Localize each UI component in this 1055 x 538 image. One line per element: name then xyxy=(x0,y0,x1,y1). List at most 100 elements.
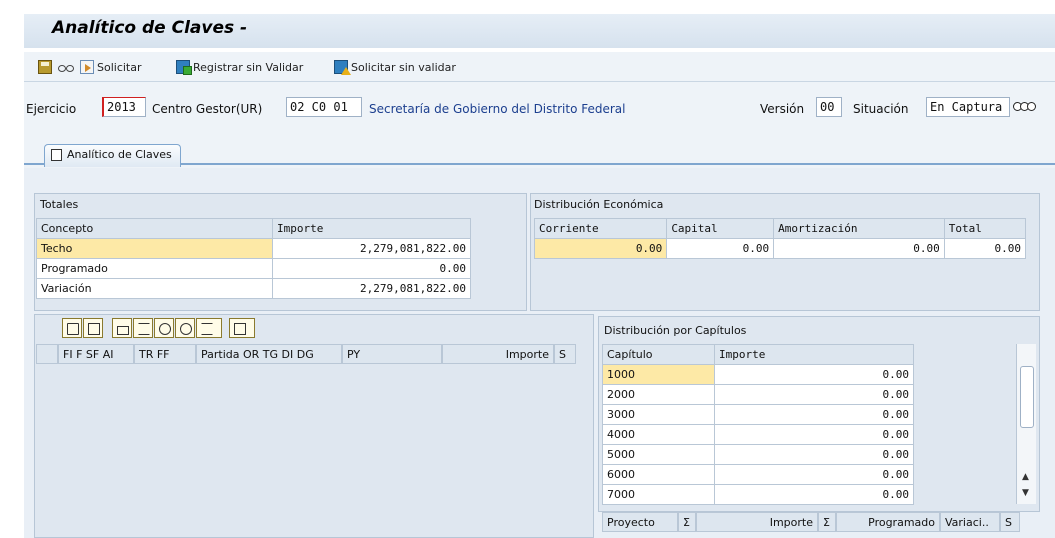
capitulo-importe-cell[interactable]: 0.00 xyxy=(714,384,914,405)
capitulo-importe-cell[interactable]: 0.00 xyxy=(714,444,914,465)
warning-icon xyxy=(334,60,351,75)
distribucion-economica-table: Corriente Capital Amortización Total 0.0… xyxy=(533,218,1027,259)
table-row[interactable]: 3000 0.00 xyxy=(602,404,914,425)
col-variacion[interactable]: Variaci.. xyxy=(940,512,1000,532)
scroll-down-icon[interactable]: ▼ xyxy=(1022,488,1029,498)
col-sum-1[interactable]: Σ xyxy=(678,512,696,532)
export-button[interactable] xyxy=(229,318,255,338)
centro-gestor-description: Secretaría de Gobierno del Distrito Fede… xyxy=(369,102,626,116)
solicitar-label: Solicitar xyxy=(97,60,142,74)
col-programado[interactable]: Programado xyxy=(836,512,940,532)
col-proyecto-importe[interactable]: Importe xyxy=(696,512,818,532)
save-icon xyxy=(38,60,52,74)
amortizacion-cell[interactable]: 0.00 xyxy=(773,238,945,259)
concepto-cell[interactable]: Programado xyxy=(36,258,273,279)
registrar-sin-validar-button[interactable]: Registrar sin Validar xyxy=(176,58,303,76)
table-row[interactable]: 6000 0.00 xyxy=(602,464,914,485)
concepto-cell[interactable]: Variación xyxy=(36,278,273,299)
total-cell[interactable]: 0.00 xyxy=(943,238,1027,259)
table-row[interactable]: Techo 2,279,081,822.00 xyxy=(36,238,471,259)
capitulo-importe-header: Importe xyxy=(714,344,914,365)
table-row[interactable]: 2000 0.00 xyxy=(602,384,914,405)
header-corriente: Corriente xyxy=(533,218,668,239)
filter-button[interactable] xyxy=(133,318,153,338)
solicitar-sin-validar-button[interactable]: Solicitar sin validar xyxy=(334,58,456,76)
capitulo-importe-cell[interactable]: 0.00 xyxy=(714,424,914,445)
totales-header-concepto: Concepto xyxy=(36,218,273,239)
capitulo-importe-cell[interactable]: 0.00 xyxy=(714,484,914,505)
scrollbar-thumb[interactable] xyxy=(1020,366,1034,428)
registrar-label: Registrar sin Validar xyxy=(193,60,304,74)
capitulo-importe-cell[interactable]: 0.00 xyxy=(714,464,914,485)
send-icon xyxy=(80,60,94,74)
table-row[interactable]: 5000 0.00 xyxy=(602,444,914,465)
situacion-label: Situación xyxy=(853,102,909,116)
capitulo-cell[interactable]: 1000 xyxy=(602,364,715,385)
details-button[interactable] xyxy=(62,318,82,338)
table-row[interactable]: Programado 0.00 xyxy=(36,258,471,279)
table-row[interactable]: 1000 0.00 xyxy=(602,364,914,385)
capitulo-importe-cell[interactable]: 0.00 xyxy=(714,404,914,425)
col-s[interactable]: S xyxy=(554,344,576,364)
table-row[interactable]: 0.00 0.00 0.00 0.00 xyxy=(533,238,1027,259)
col-tr-ff[interactable]: TR FF xyxy=(134,344,196,364)
situacion-field: En Captura xyxy=(926,97,1010,117)
save-button[interactable] xyxy=(38,58,52,76)
filter-dropdown-button[interactable] xyxy=(196,318,222,338)
select-all-icon[interactable] xyxy=(36,344,58,364)
display-change-icon xyxy=(58,60,74,74)
table-row[interactable]: Variación 2,279,081,822.00 xyxy=(36,278,471,299)
table-row[interactable]: 4000 0.00 xyxy=(602,424,914,445)
col-importe[interactable]: Importe xyxy=(442,344,554,364)
importe-cell[interactable]: 2,279,081,822.00 xyxy=(272,278,471,299)
col-partida[interactable]: Partida OR TG DI DG xyxy=(196,344,342,364)
distribucion-economica-title: Distribución Económica xyxy=(534,198,664,211)
page-title: Analítico de Claves - xyxy=(52,18,248,38)
importe-cell[interactable]: 0.00 xyxy=(272,258,471,279)
concepto-cell[interactable]: Techo xyxy=(36,238,273,259)
corriente-cell[interactable]: 0.00 xyxy=(533,238,668,259)
register-icon xyxy=(176,60,192,75)
find-button[interactable] xyxy=(154,318,174,338)
capitulo-header: Capítulo xyxy=(602,344,715,365)
col-sum-2[interactable]: Σ xyxy=(818,512,836,532)
col-py[interactable]: PY xyxy=(342,344,442,364)
totales-table: Concepto Importe Techo 2,279,081,822.00 … xyxy=(36,218,471,299)
capitulo-importe-cell[interactable]: 0.00 xyxy=(714,364,914,385)
alv-toolbar xyxy=(62,318,342,338)
header-total: Total xyxy=(943,218,1027,239)
capitulos-scrollbar[interactable]: ▲ ▼ xyxy=(1016,344,1036,504)
capitulos-title: Distribución por Capítulos xyxy=(604,324,747,337)
capitulo-cell[interactable]: 5000 xyxy=(602,444,715,465)
table-row[interactable]: 7000 0.00 xyxy=(602,484,914,505)
document-icon xyxy=(51,149,62,161)
capitulo-cell[interactable]: 2000 xyxy=(602,384,715,405)
version-label: Versión xyxy=(760,102,805,116)
ejercicio-label: Ejercicio xyxy=(26,102,77,116)
status-lights-icon xyxy=(1013,102,1036,111)
scroll-up-icon[interactable]: ▲ xyxy=(1022,472,1029,482)
col-fi-f-sf-ai[interactable]: FI F SF AI xyxy=(58,344,134,364)
ejercicio-field[interactable]: 2013 xyxy=(102,97,146,117)
importe-cell[interactable]: 2,279,081,822.00 xyxy=(272,238,471,259)
col-proyecto-s[interactable]: S xyxy=(1000,512,1020,532)
capitulo-cell[interactable]: 3000 xyxy=(602,404,715,425)
print-button[interactable] xyxy=(112,318,132,338)
capitulo-cell[interactable]: 7000 xyxy=(602,484,715,505)
display-change-button[interactable] xyxy=(58,58,74,76)
capitulo-cell[interactable]: 4000 xyxy=(602,424,715,445)
save-layout-button[interactable] xyxy=(83,318,103,338)
version-field[interactable]: 00 xyxy=(816,97,842,117)
capitulos-table: Capítulo Importe 1000 0.00 2000 0.00 3000 0… xyxy=(602,344,914,505)
solicitar-button[interactable]: Solicitar xyxy=(80,58,142,76)
capital-cell[interactable]: 0.00 xyxy=(666,238,775,259)
col-proyecto[interactable]: Proyecto xyxy=(602,512,678,532)
capitulo-cell[interactable]: 6000 xyxy=(602,464,715,485)
header-capital: Capital xyxy=(666,218,775,239)
centro-gestor-field[interactable]: 02 C0 01 xyxy=(286,97,362,117)
tab-analitico-de-claves[interactable]: Analítico de Claves xyxy=(44,144,181,167)
totales-header-importe: Importe xyxy=(272,218,471,239)
find-next-button[interactable] xyxy=(175,318,195,338)
application-toolbar: Solicitar Registrar sin Validar Solicita… xyxy=(24,52,1055,82)
totales-title: Totales xyxy=(40,198,79,211)
